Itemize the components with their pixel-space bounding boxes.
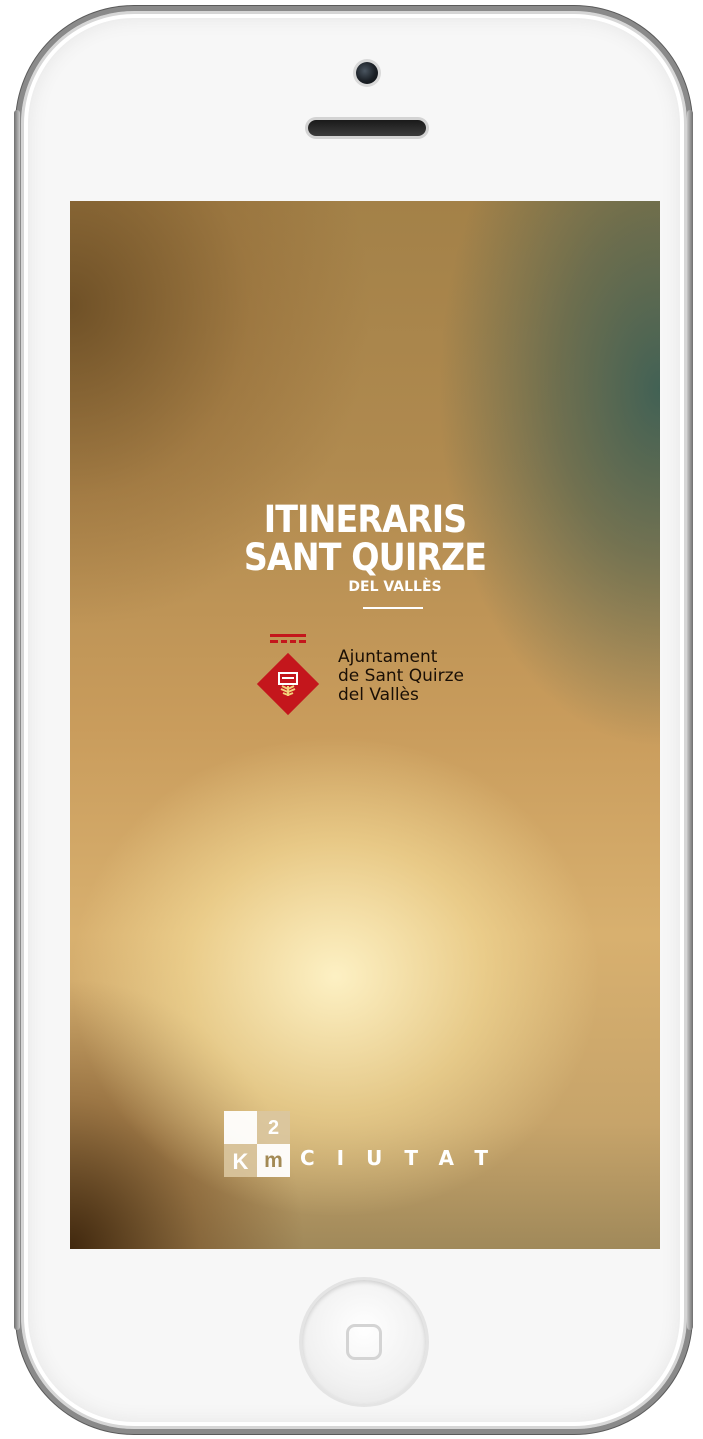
council-line-2: de Sant Quirze	[338, 666, 464, 686]
logo-square-1	[224, 1111, 257, 1144]
council-logo: Ajuntament de Sant Quirze del Vallès	[256, 634, 518, 754]
logo-ciutat: CIUTAT	[300, 1146, 511, 1170]
logo-m: m	[257, 1144, 290, 1177]
home-square-icon	[346, 1324, 382, 1360]
home-button[interactable]	[302, 1280, 426, 1404]
front-camera-icon	[356, 62, 378, 84]
shield-diamond-icon	[256, 652, 320, 716]
2km-ciutat-logo: 2 K m CIUTAT	[224, 1111, 524, 1181]
phone-right-edge	[687, 110, 693, 1330]
logo-superscript: 2	[257, 1111, 290, 1144]
title-line-2: SANT QUIRZE	[243, 536, 487, 579]
council-name: Ajuntament de Sant Quirze del Vallès	[338, 648, 464, 705]
council-line-3: del Vallès	[338, 685, 419, 705]
title-line-3: DEL VALLÈS	[348, 579, 442, 595]
splash-screen: ITINERARIS SANT QUIRZE DEL VALLÈS Ajunta…	[70, 201, 660, 1249]
council-line-1: Ajuntament	[338, 647, 438, 667]
title-divider	[363, 607, 423, 609]
app-title: ITINERARIS SANT QUIRZE DEL VALLÈS	[70, 501, 660, 609]
logo-k: K	[224, 1144, 257, 1177]
title-line-1: ITINERARIS	[263, 498, 467, 541]
emblem-icon	[278, 672, 298, 696]
crown-icon	[270, 634, 306, 644]
earpiece-speaker-icon	[308, 120, 426, 136]
phone-left-edge	[14, 110, 20, 1330]
